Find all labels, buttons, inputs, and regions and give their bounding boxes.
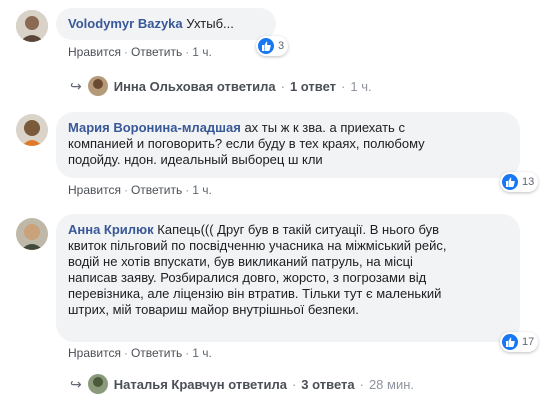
comment-actions: Нравится · Ответить · 1 ч. [68,346,212,360]
reply-arrow-icon: ↪ [70,77,82,94]
separator: · [123,346,128,360]
reply-avatar [87,374,108,394]
like-thumb-icon [258,38,274,54]
avatar[interactable] [16,114,48,146]
reply-author[interactable]: Наталья Кравчун ответила [114,377,287,392]
avatar[interactable] [16,218,48,250]
separator: · [123,45,128,59]
comment-actions: Нравится · Ответить · 1 ч. [68,183,212,197]
comment-text: Ухтыб... [186,16,234,31]
reply-button[interactable]: Ответить [131,183,182,197]
comment-author[interactable]: Volodymyr Bazyka [68,16,183,31]
comment-bubble: Volodymyr Bazyka Ухтыб... [56,8,276,40]
reply-time: 1 ч. [350,78,372,94]
separator: · [185,45,190,59]
timestamp[interactable]: 1 ч. [192,45,212,59]
comment-text-line: Капець((( Друг був в такій ситуації. В н… [157,222,440,237]
timestamp[interactable]: 1 ч. [192,346,212,360]
comment-author[interactable]: Мария Воронина-младшая [68,120,241,135]
reaction-count[interactable]: 3 [256,36,289,56]
comment-text-line: штрих, мій товариш майор внутрішньої без… [68,302,359,317]
comment-2: Мария Воронина-младшая ах ты ж к зва. а … [0,108,555,200]
comment-bubble: Мария Воронина-младшая ах ты ж к зва. а … [56,112,520,178]
comment-actions: Нравится · Ответить · 1 ч. [68,45,212,59]
comment-text-line: квиток пільговий по посвідченню учасника… [68,238,447,253]
reply-preview[interactable]: ↪ Наталья Кравчун ответила · 3 ответа · … [70,374,414,394]
reply-count[interactable]: 3 ответа [301,377,354,392]
comment-text-line: ах ты ж к зва. а приехать с [244,120,405,135]
comment-text-line: подойду. ндон. идеальный выборец ш кли [68,152,323,167]
reply-count[interactable]: 1 ответ [290,79,336,94]
separator: · [359,376,364,392]
like-button[interactable]: Нравится [68,346,121,360]
like-button[interactable]: Нравится [68,45,121,59]
separator: · [341,78,346,94]
separator: · [123,183,128,197]
like-thumb-icon [502,334,518,350]
like-thumb-icon [502,174,518,190]
comment-1: Volodymyr Bazyka Ухтыб... 3 Нравится · Отв… [0,0,555,96]
reaction-number: 13 [522,176,535,188]
avatar[interactable] [16,10,48,42]
like-button[interactable]: Нравится [68,183,121,197]
reaction-count[interactable]: 13 [500,172,539,192]
timestamp[interactable]: 1 ч. [192,183,212,197]
avatar-photo-icon [16,10,48,42]
separator: · [280,78,285,94]
comment-text-line: водій не хотів впускати, був викликаний … [68,254,413,269]
comment-author[interactable]: Анна Крилюк [68,222,154,237]
avatar-photo-icon [16,114,48,146]
reaction-number: 3 [278,40,285,52]
comment-text-line: компанией и поговорить? если буду в тех … [68,136,425,151]
separator: · [185,183,190,197]
reply-avatar [87,76,108,96]
separator: · [185,346,190,360]
reply-preview[interactable]: ↪ Инна Ольховая ответила · 1 ответ · 1 ч… [70,76,372,96]
comment-text-line: перевізника, але ліцензію він втратив. Т… [68,286,442,301]
separator: · [291,376,297,392]
reply-button[interactable]: Ответить [131,45,182,59]
comment-3: Анна Крилюк Капець((( Друг був в такій с… [0,210,555,406]
reply-author[interactable]: Инна Ольховая ответила [114,79,276,94]
reaction-number: 17 [522,336,535,348]
reply-time: 28 мин. [368,376,415,392]
reaction-count[interactable]: 17 [500,332,539,352]
reply-button[interactable]: Ответить [131,346,182,360]
avatar-photo-icon [16,218,48,250]
comment-bubble: Анна Крилюк Капець((( Друг був в такій с… [56,214,520,342]
comment-text-line: написав заяву. Розбиралися довго, жорсто… [68,270,427,285]
reply-arrow-icon: ↪ [70,375,82,392]
